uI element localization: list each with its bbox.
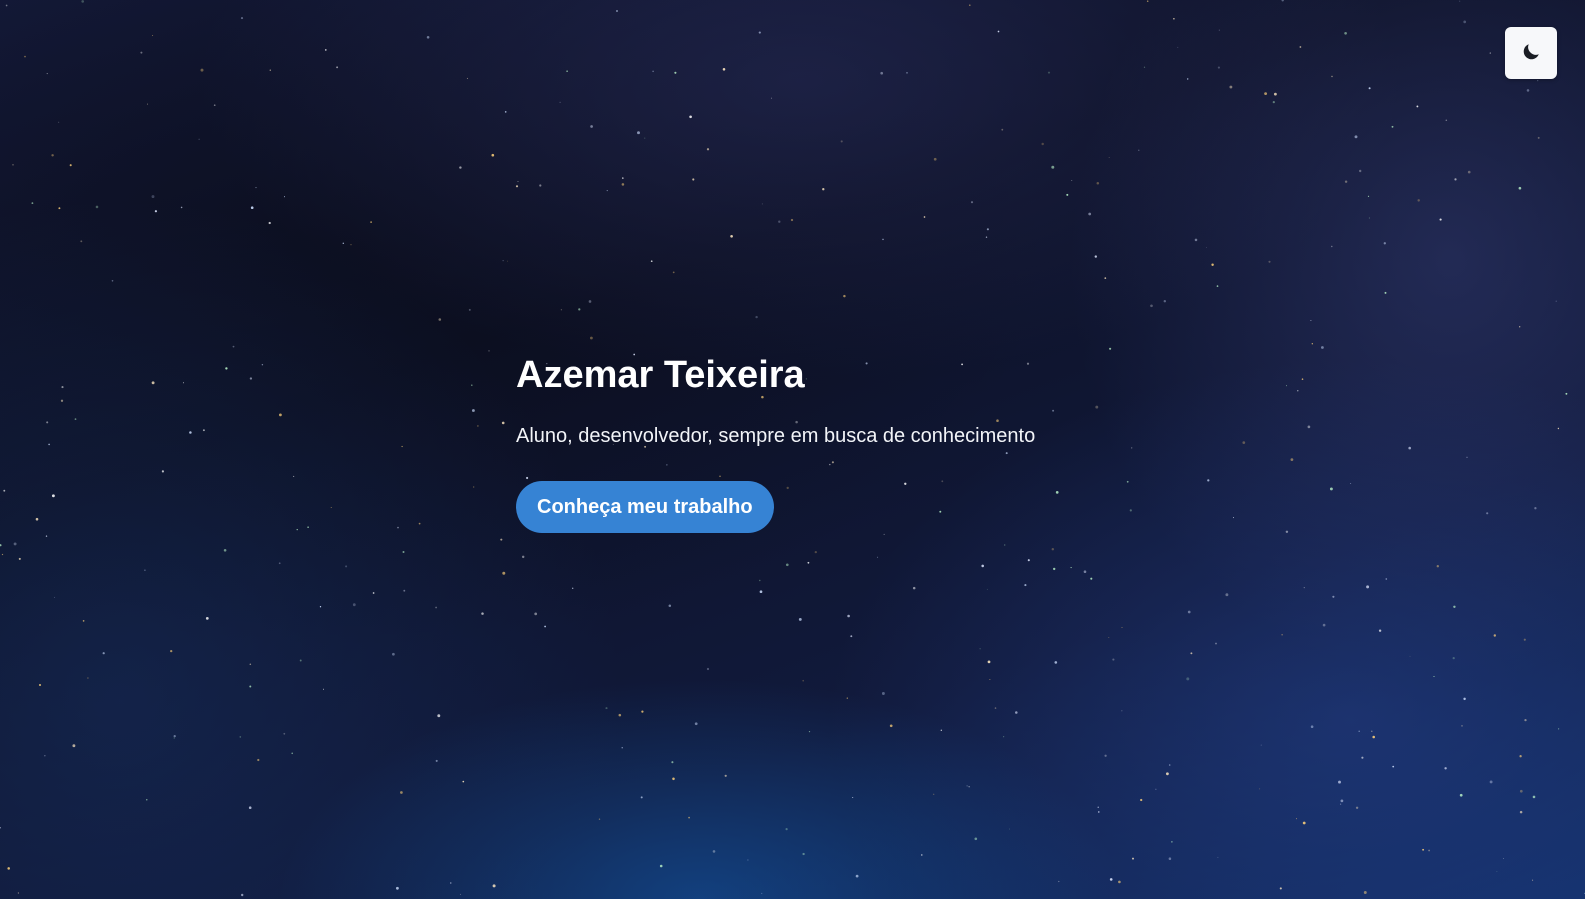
moon-icon	[1520, 41, 1542, 66]
hero-section: Azemar Teixeira Aluno, desenvolvedor, se…	[516, 352, 1035, 533]
cta-button[interactable]: Conheça meu trabalho	[516, 481, 774, 533]
hero-tagline: Aluno, desenvolvedor, sempre em busca de…	[516, 425, 1036, 447]
hero-title: Azemar Teixeira	[516, 354, 805, 396]
theme-toggle-button[interactable]	[1505, 27, 1557, 79]
